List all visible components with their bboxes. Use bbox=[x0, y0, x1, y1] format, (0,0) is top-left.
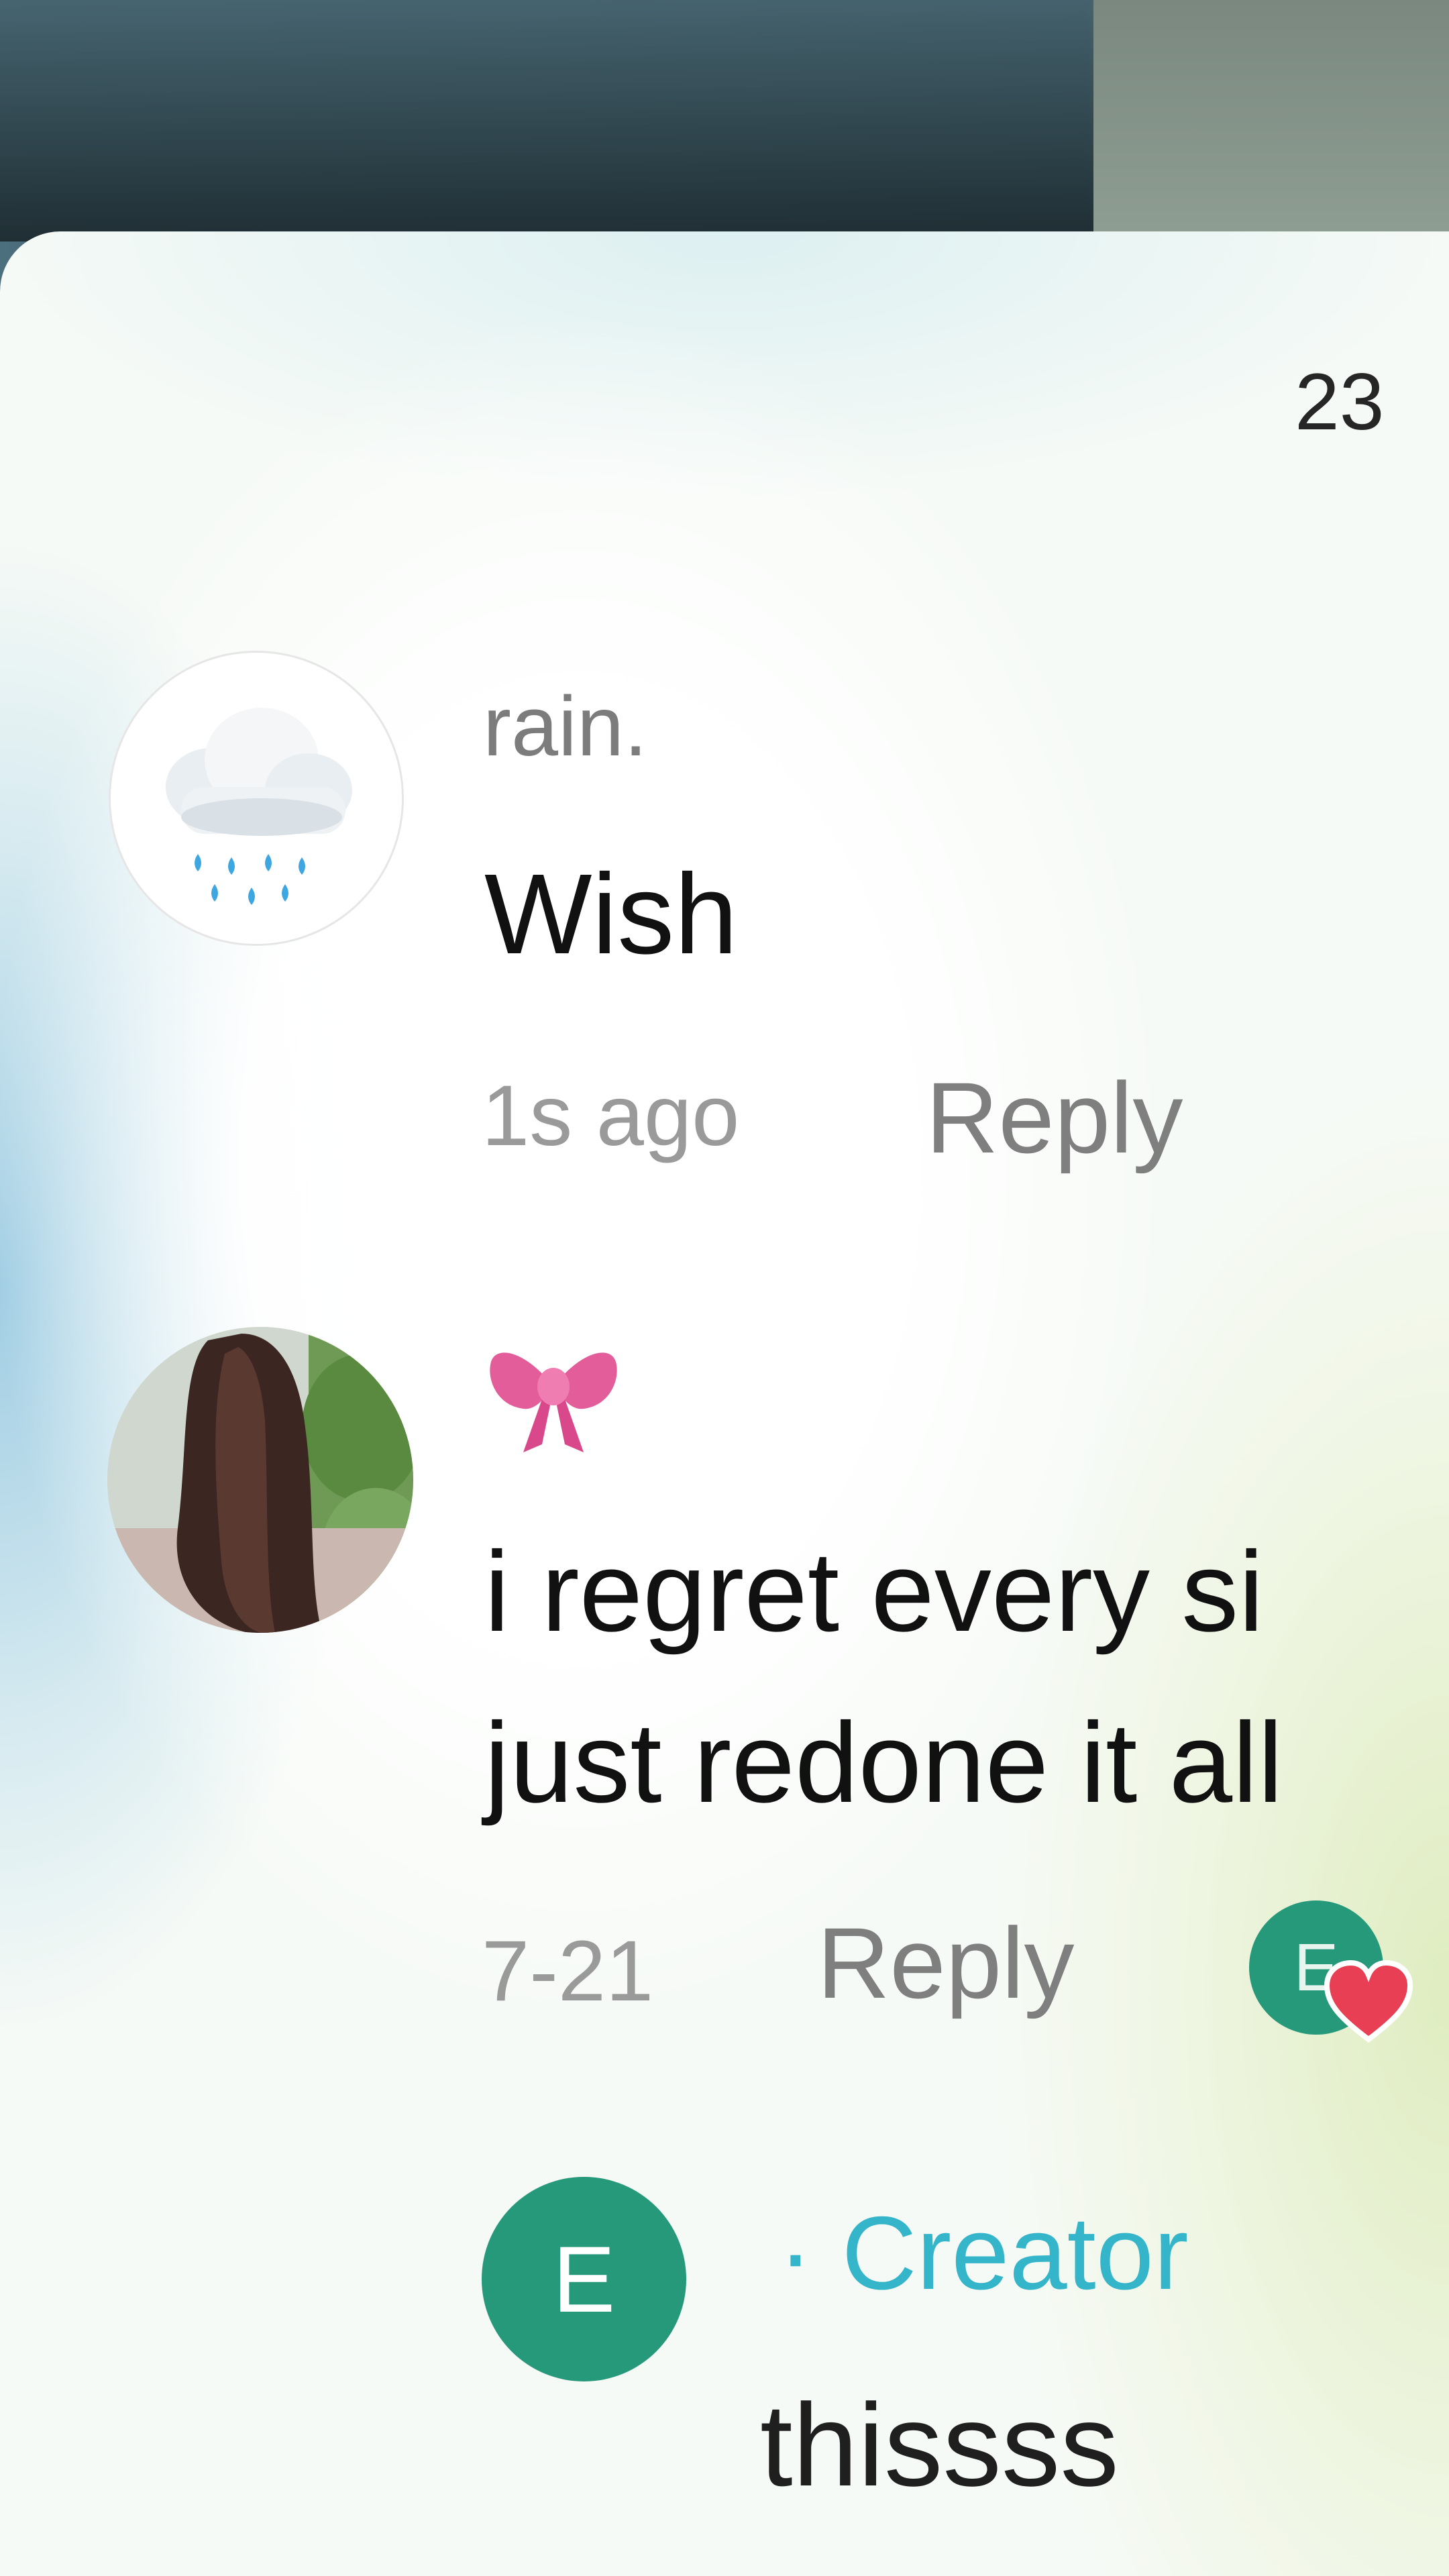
reply-button[interactable]: Reply bbox=[926, 1060, 1183, 1176]
reply-button[interactable]: Reply bbox=[817, 1905, 1075, 2021]
comment-username[interactable]: rain. bbox=[483, 678, 647, 775]
rain-cloud-icon bbox=[166, 708, 352, 905]
comment-text-line1: i regret every si bbox=[484, 1528, 1265, 1656]
creator-reply-text: thissss bbox=[760, 2380, 1119, 2511]
heart-icon bbox=[1322, 1957, 1415, 2045]
avatar-rain[interactable] bbox=[109, 651, 404, 946]
video-backdrop-right bbox=[1093, 0, 1449, 241]
comment-timestamp: 1s ago bbox=[482, 1068, 740, 1164]
comment-timestamp: 7-21 bbox=[482, 1923, 654, 2019]
comment-text: Wish bbox=[484, 851, 738, 978]
comment-count: 23 bbox=[1295, 357, 1385, 447]
creator-label: · Creator bbox=[778, 2195, 1189, 2311]
pink-bow-icon bbox=[483, 1332, 624, 1459]
profile-photo-icon bbox=[107, 1327, 413, 1633]
comment-text-line2: just redone it all bbox=[484, 1699, 1283, 1827]
avatar-user[interactable] bbox=[107, 1327, 413, 1633]
creator-avatar[interactable]: E bbox=[482, 2177, 686, 2381]
screen: 23 rain. Wish 1s ago Reply i regret ever… bbox=[0, 0, 1449, 2576]
